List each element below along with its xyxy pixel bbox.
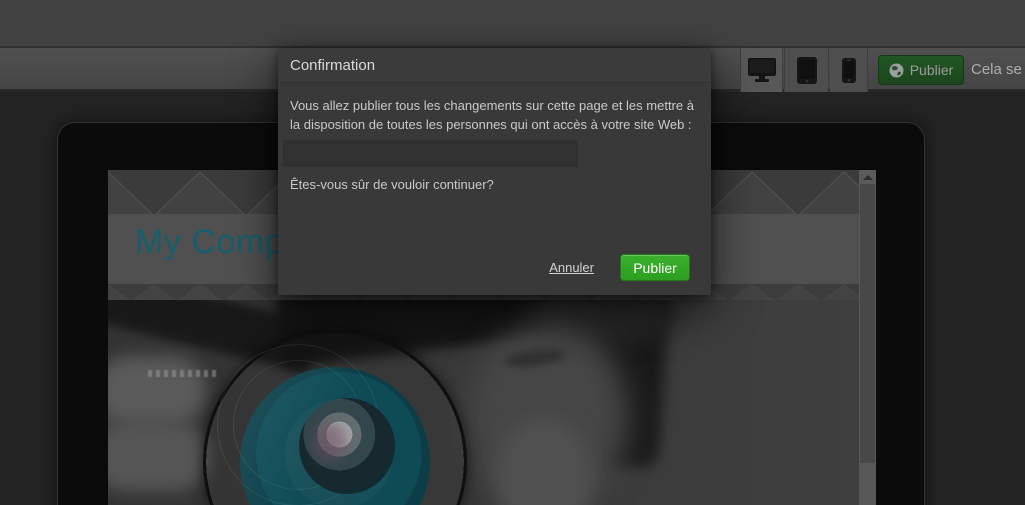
mobile-icon (842, 58, 856, 83)
hand-left-shape (108, 420, 210, 492)
top-bar (0, 0, 1025, 48)
editor-screen: Publier Cela se My Company (0, 0, 1025, 505)
scrollbar-up-button[interactable] (859, 170, 876, 184)
toolbar-publish-label: Publier (910, 62, 954, 78)
publish-confirm-button[interactable]: Publier (620, 254, 690, 281)
site-url-redacted (283, 140, 578, 167)
scrollbar-thumb[interactable] (860, 184, 875, 463)
dialog-footer: Annuler Publier (549, 254, 690, 281)
dialog-question: Êtes-vous sûr de vouloir continuer? (290, 175, 699, 194)
toolbar-truncated-text: Cela se (971, 61, 1022, 78)
arrow-up-icon (863, 175, 873, 180)
dialog-body: Vous allez publier tous les changements … (278, 83, 711, 194)
desktop-icon (748, 58, 776, 82)
globe-icon (889, 63, 904, 78)
device-preview-tablet-button[interactable] (784, 48, 829, 92)
dialog-header: Confirmation (278, 48, 711, 83)
hero-photo-camera (108, 300, 859, 505)
device-preview-desktop-button[interactable] (740, 48, 783, 92)
hand-left-shape (108, 356, 206, 426)
tablet-icon (797, 57, 817, 84)
lens-branding-text-shape (148, 370, 220, 377)
dialog-message-line1: Vous allez publier tous les changements … (290, 96, 699, 115)
cancel-button[interactable]: Annuler (549, 260, 594, 275)
device-preview-mobile-button[interactable] (830, 48, 868, 92)
lens-flare (313, 422, 347, 462)
dialog-title: Confirmation (290, 57, 375, 74)
preview-scrollbar[interactable] (859, 170, 876, 505)
dialog-message-line2: la disposition de toutes les personnes q… (290, 115, 699, 134)
toolbar-publish-button[interactable]: Publier (878, 55, 964, 85)
confirmation-dialog: Confirmation Vous allez publier tous les… (278, 48, 711, 295)
